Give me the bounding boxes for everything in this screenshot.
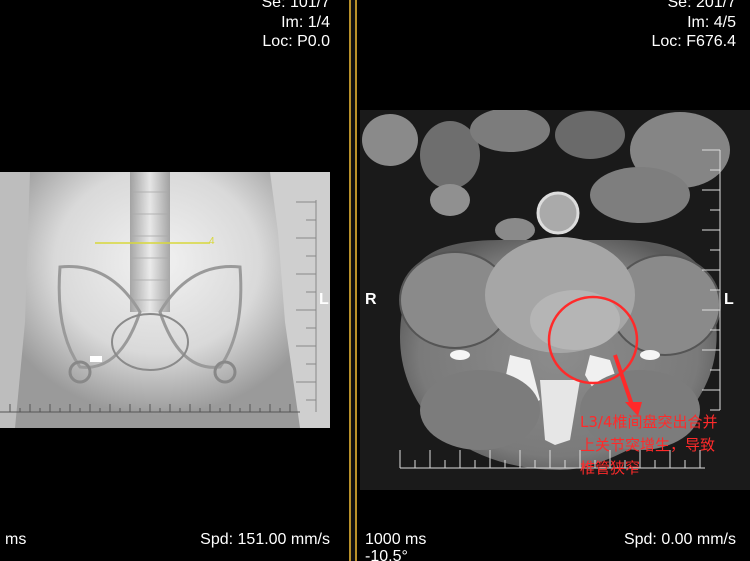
left-viewport[interactable]: Se: 101/7 Im: 1/4 Loc: P0.0 4 L ms Spd: …: [0, 0, 347, 561]
speed-label: Spd: 0.00 mm/s: [623, 531, 736, 548]
image-index-label: Im: 1/4: [281, 14, 330, 31]
series-label: Se: 101/7: [261, 0, 331, 11]
viewport-divider-left[interactable]: [349, 0, 351, 561]
image-index-label: Im: 4/5: [687, 14, 736, 31]
angle-label: -10.5°: [365, 548, 408, 561]
speed-label: Spd: 151.00 mm/s: [200, 531, 330, 548]
annotation-line-3: 椎管狭窄: [580, 459, 641, 477]
orientation-right-label: L: [319, 291, 329, 308]
axial-ct-image[interactable]: [360, 110, 750, 490]
scout-image[interactable]: [0, 172, 330, 428]
window-label: 1000 ms: [365, 531, 427, 548]
location-label: Loc: F676.4: [651, 33, 737, 50]
localizer-label: 4: [209, 236, 215, 247]
right-viewport[interactable]: Se: 201/7 Im: 4/5 Loc: F676.4 R L L3/4椎间…: [360, 0, 750, 561]
viewport-divider-right[interactable]: [355, 0, 357, 561]
annotation-line-1: L3/4椎间盘突出合并: [580, 413, 718, 431]
bottom-left-label: ms: [5, 531, 27, 548]
annotation-line-2: 上关节突增生，导致: [580, 436, 716, 454]
orientation-left-label: R: [365, 291, 377, 308]
location-label: Loc: P0.0: [262, 33, 330, 50]
orientation-right-label: L: [724, 291, 734, 308]
series-label: Se: 201/7: [667, 0, 737, 11]
